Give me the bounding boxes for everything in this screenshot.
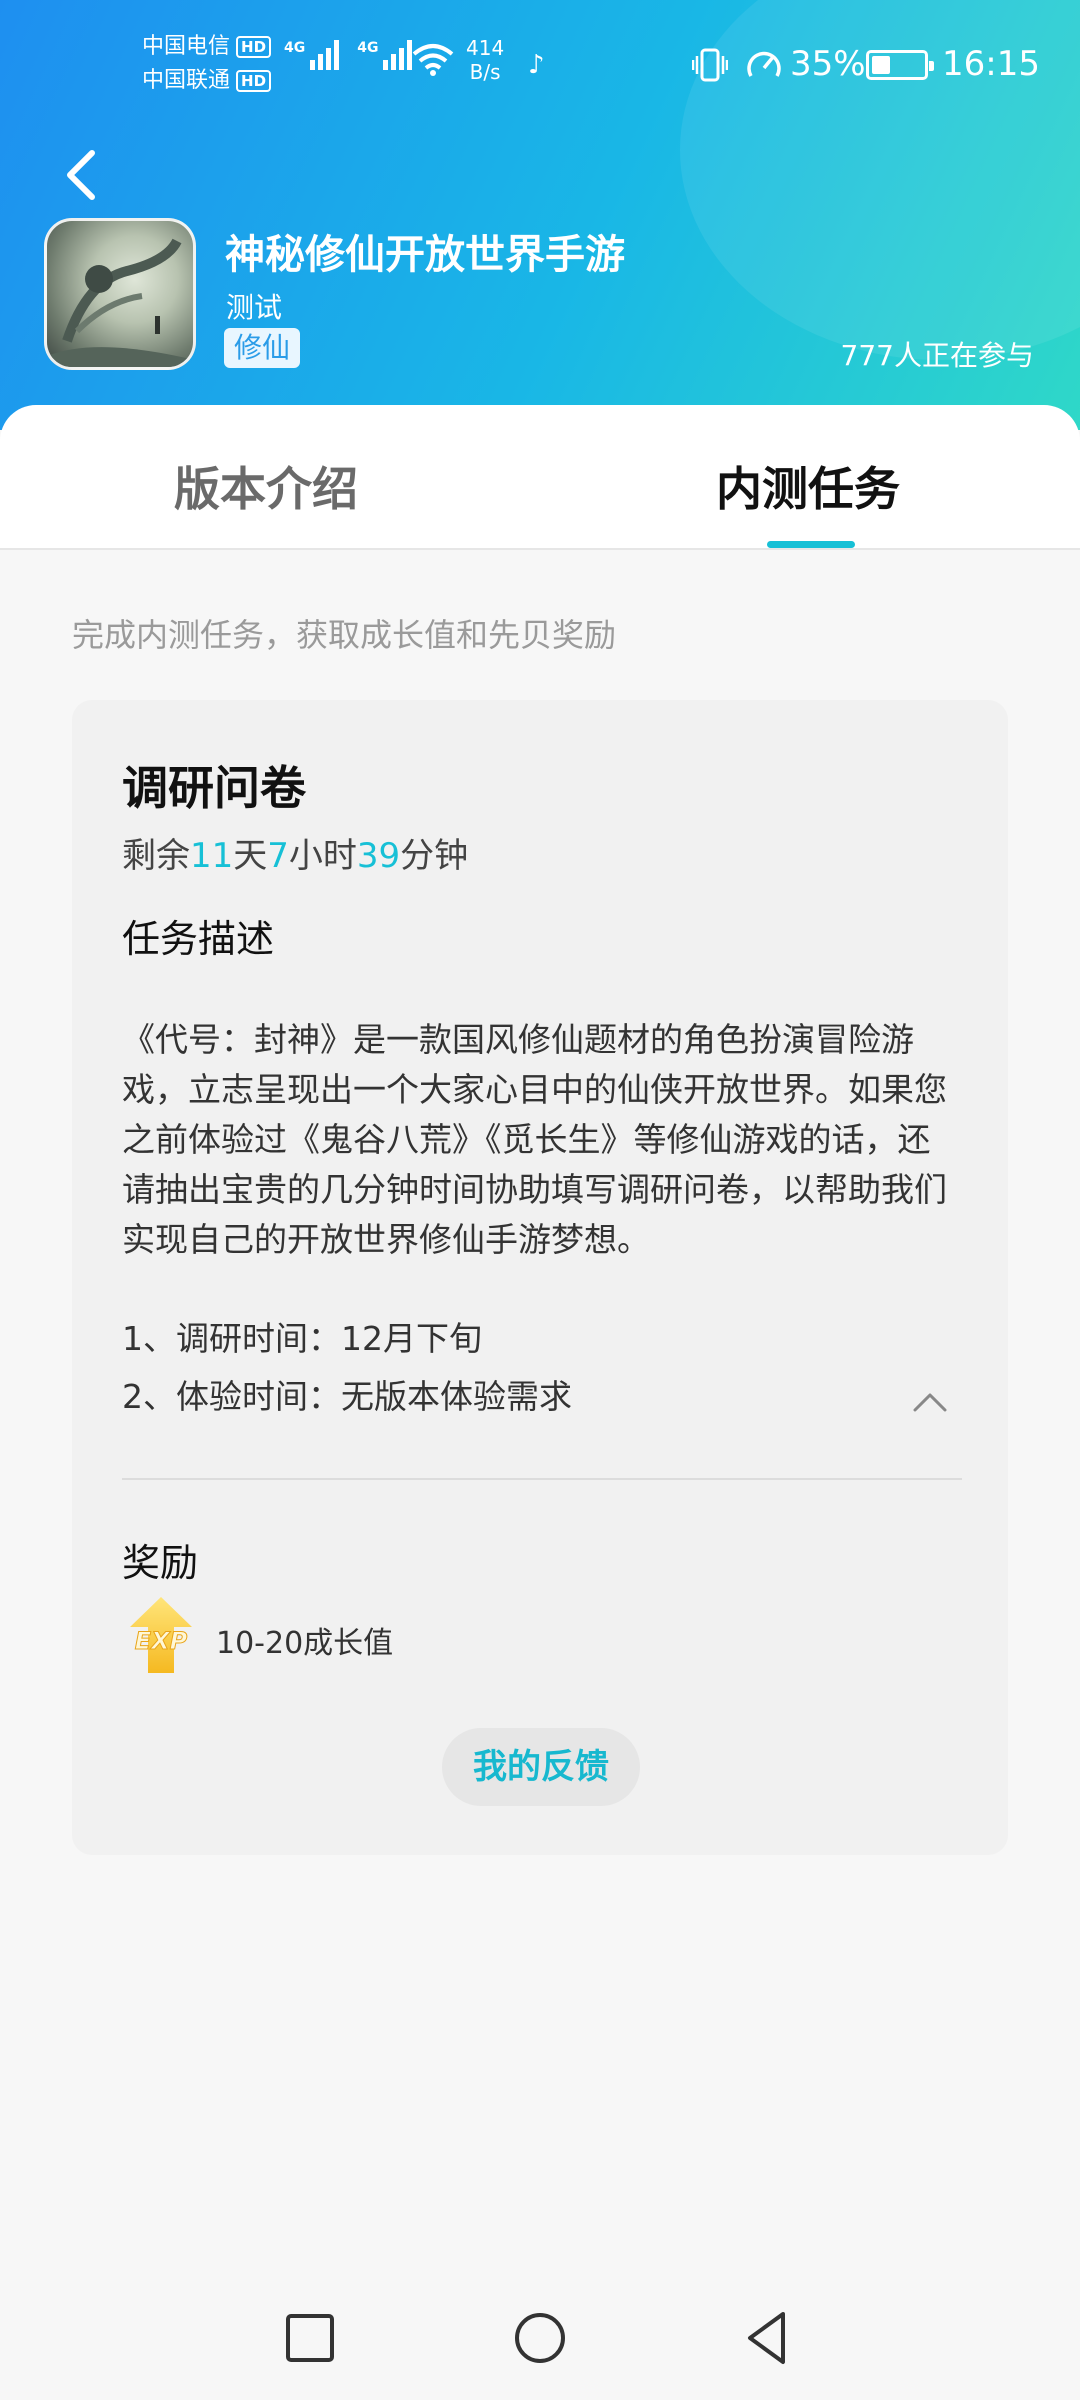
divider <box>122 1478 962 1480</box>
hd-badge: HD <box>236 36 272 58</box>
task-description: 《代号：封神》是一款国风修仙题材的角色扮演冒险游戏，立志呈现出一个大家心目中的仙… <box>122 1020 947 1259</box>
game-subtitle: 测试 <box>226 291 283 324</box>
reward-heading: 奖励 <box>122 1541 199 1585</box>
music-icon: ♪ <box>528 50 545 80</box>
back-nav-icon[interactable] <box>738 2308 798 2368</box>
countdown: 剩余11天7小时39分钟 <box>122 836 469 876</box>
signal-icons: 4G 4G <box>284 40 413 70</box>
game-cover-image <box>44 218 196 370</box>
carrier-1: 中国电信 <box>142 34 231 59</box>
task-card: 调研问卷 剩余11天7小时39分钟 任务描述 《代号：封神》是一款国风修仙题材的… <box>72 700 1008 1855</box>
game-title: 神秘修仙开放世界手游 <box>225 232 625 278</box>
participant-count: 777人正在参与 <box>840 339 1034 372</box>
battery-icon <box>866 50 934 80</box>
my-feedback-button[interactable]: 我的反馈 <box>442 1728 640 1806</box>
active-tab-indicator <box>767 541 855 548</box>
chevron-up-icon[interactable] <box>912 1390 948 1414</box>
wifi-icon <box>412 44 454 76</box>
signal-icon: 4G <box>357 40 413 70</box>
speedometer-icon <box>747 51 781 77</box>
task-hint: 完成内测任务，获取成长值和先贝奖励 <box>72 616 617 654</box>
status-bar: 中国电信 HD 中国联通 HD 4G 4G 414 B/s ♪ 35% 16:1… <box>0 0 1080 120</box>
tab-bar: 版本介绍 内测任务 <box>0 405 1080 550</box>
hd-badge: HD <box>236 70 272 92</box>
countdown-minutes: 39 <box>356 836 401 876</box>
recent-apps-icon[interactable] <box>280 2308 340 2368</box>
carrier-info: 中国电信 HD 中国联通 HD <box>142 30 272 98</box>
system-navigation-bar <box>0 2278 1080 2400</box>
tab-beta-tasks[interactable]: 内测任务 <box>716 453 900 519</box>
exp-icon: EXP <box>130 1597 192 1673</box>
svg-text:EXP: EXP <box>135 1627 188 1655</box>
description-heading: 任务描述 <box>122 917 275 961</box>
task-item: 2、体验时间：无版本体验需求 <box>122 1377 572 1416</box>
tab-version-intro[interactable]: 版本介绍 <box>174 453 358 519</box>
network-speed: 414 B/s <box>466 36 505 84</box>
genre-tag: 修仙 <box>224 328 301 368</box>
countdown-days: 11 <box>190 836 234 876</box>
countdown-hours: 7 <box>267 836 289 876</box>
clock: 16:15 <box>942 44 1040 84</box>
back-arrow-icon[interactable] <box>58 145 108 205</box>
vibrate-icon <box>692 48 728 82</box>
reward-amount: 10-20成长值 <box>216 1626 394 1661</box>
task-title: 调研问卷 <box>122 761 306 815</box>
battery-percentage: 35% <box>790 44 866 84</box>
home-icon[interactable] <box>510 2308 570 2368</box>
signal-icon: 4G <box>284 40 340 70</box>
carrier-2: 中国联通 <box>142 68 231 93</box>
task-item: 1、调研时间：12月下旬 <box>122 1319 482 1358</box>
header: 中国电信 HD 中国联通 HD 4G 4G 414 B/s ♪ 35% 16:1… <box>0 0 1080 430</box>
